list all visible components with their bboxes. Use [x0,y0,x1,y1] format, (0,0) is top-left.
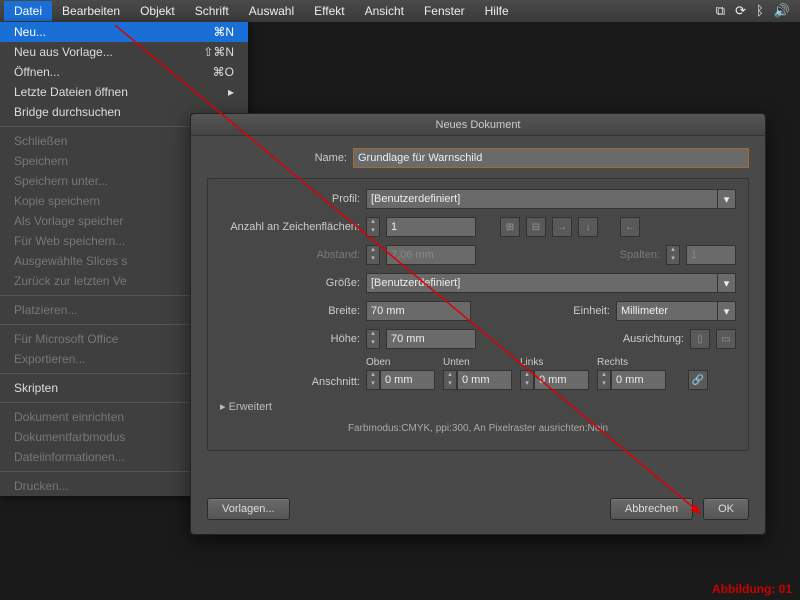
bleed-right-input[interactable] [611,370,666,390]
units-label: Einheit: [573,305,610,317]
bleed-left-stepper[interactable]: ▴▾ [520,370,534,390]
artboards-input[interactable] [386,217,476,237]
bleed-link-icon[interactable]: 🔗 [688,370,708,390]
file-menu-open[interactable]: Öffnen...⌘O [0,62,248,82]
bleed-label: Anschnitt: [220,376,360,388]
figure-caption: Abbildung: 01 [712,582,792,596]
menu-datei[interactable]: Datei [4,1,52,21]
artboards-stepper[interactable]: ▴▾ [366,217,380,237]
size-select[interactable]: [Benutzerdefiniert]▾ [366,273,736,293]
new-document-dialog: Neues Dokument Name: Profil: [Benutzerde… [190,113,766,535]
bleed-top-stepper[interactable]: ▴▾ [366,370,380,390]
width-label: Breite: [220,305,360,317]
profile-label: Profil: [220,193,360,205]
height-stepper[interactable]: ▴▾ [366,329,380,349]
spacing-input [386,245,476,265]
orientation-portrait-icon[interactable]: ▯ [690,329,710,349]
units-select[interactable]: Millimeter▾ [616,301,736,321]
advanced-disclosure[interactable]: Erweitert [220,400,736,413]
spacing-label: Abstand: [220,249,360,261]
menu-auswahl[interactable]: Auswahl [239,1,304,21]
arrange-right-icon[interactable]: → [552,217,572,237]
height-input[interactable] [386,329,476,349]
height-label: Höhe: [220,333,360,345]
bleed-left-label: Links [520,357,589,368]
chevron-down-icon: ▾ [717,302,735,320]
menu-effekt[interactable]: Effekt [304,1,354,21]
chevron-down-icon: ▾ [717,274,735,292]
bleed-bottom-label: Unten [443,357,512,368]
ok-button[interactable]: OK [703,498,749,520]
chevron-right-icon: ▸ [228,84,234,100]
grid-col-icon[interactable]: ⊟ [526,217,546,237]
arrange-down-icon[interactable]: ↓ [578,217,598,237]
bleed-left-input[interactable] [534,370,589,390]
file-menu-new-template[interactable]: Neu aus Vorlage...⇧⌘N [0,42,248,62]
bleed-top-label: Oben [366,357,435,368]
bleed-top-input[interactable] [380,370,435,390]
menubar: Datei Bearbeiten Objekt Schrift Auswahl … [0,0,800,22]
arrange-left-icon[interactable]: ← [620,217,640,237]
grid-row-icon[interactable]: ⊞ [500,217,520,237]
menu-fenster[interactable]: Fenster [414,1,475,21]
bleed-right-label: Rechts [597,357,666,368]
templates-button[interactable]: Vorlagen... [207,498,290,520]
sync-icon: ⟳ [735,3,746,19]
system-tray: ⧉ ⟳ ᛒ 🔊 [716,3,796,19]
bleed-bottom-stepper[interactable]: ▴▾ [443,370,457,390]
size-label: Größe: [220,277,360,289]
dropbox-icon: ⧉ [716,3,725,19]
columns-stepper: ▴▾ [666,245,680,265]
menu-hilfe[interactable]: Hilfe [475,1,519,21]
menu-ansicht[interactable]: Ansicht [355,1,414,21]
columns-label: Spalten: [620,249,660,261]
profile-select[interactable]: [Benutzerdefiniert]▾ [366,189,736,209]
spacing-stepper: ▴▾ [366,245,380,265]
menu-schrift[interactable]: Schrift [185,1,239,21]
artboards-label: Anzahl an Zeichenflächen: [220,221,360,233]
menu-bearbeiten[interactable]: Bearbeiten [52,1,130,21]
file-menu-recent[interactable]: Letzte Dateien öffnen▸ [0,82,248,102]
name-input[interactable] [353,148,749,168]
chevron-down-icon: ▾ [717,190,735,208]
columns-input [686,245,736,265]
bleed-bottom-input[interactable] [457,370,512,390]
bluetooth-icon: ᛒ [756,3,764,19]
dialog-title: Neues Dokument [191,114,765,136]
settings-panel: Profil: [Benutzerdefiniert]▾ Anzahl an Z… [207,178,749,451]
orientation-label: Ausrichtung: [623,333,684,345]
volume-icon: 🔊 [774,3,790,19]
document-summary: Farbmodus:CMYK, ppi:300, An Pixelraster … [220,423,736,434]
cancel-button[interactable]: Abbrechen [610,498,693,520]
width-input[interactable] [366,301,471,321]
file-menu-new[interactable]: Neu...⌘N [0,22,248,42]
menu-objekt[interactable]: Objekt [130,1,185,21]
name-label: Name: [207,152,347,164]
orientation-landscape-icon[interactable]: ▭ [716,329,736,349]
bleed-right-stepper[interactable]: ▴▾ [597,370,611,390]
